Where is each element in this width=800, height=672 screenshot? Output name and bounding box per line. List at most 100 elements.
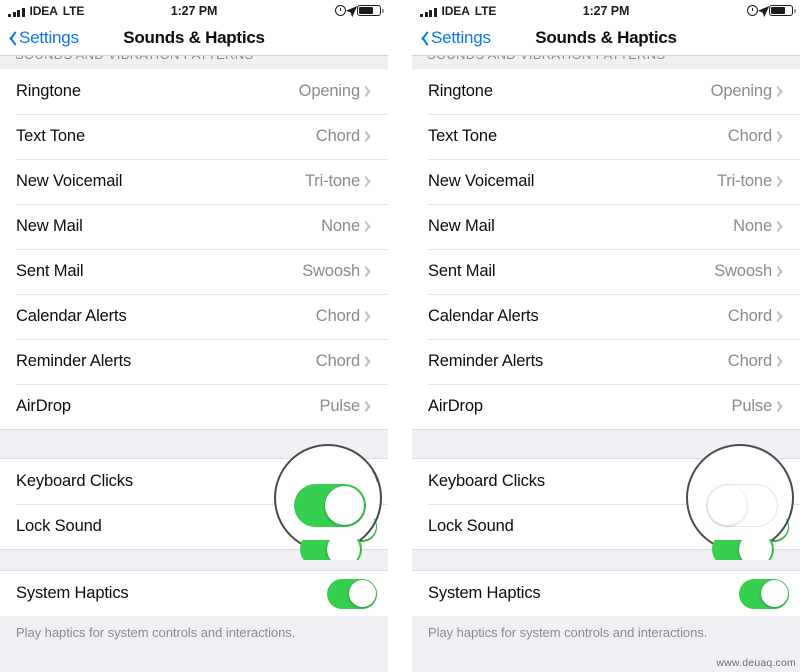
row-right: Pulse [319, 397, 377, 416]
settings-scroll-area[interactable]: SOUNDS AND VIBRATION PATTERNS Ringtone O… [412, 56, 800, 672]
system-haptics-toggle[interactable] [739, 578, 789, 609]
chevron-right-icon [367, 85, 375, 98]
row-label: Calendar Alerts [16, 307, 127, 325]
row-new-mail[interactable]: New Mail None [412, 204, 800, 249]
row-label: System Haptics [16, 584, 129, 602]
row-right [739, 466, 789, 497]
row-label: Text Tone [16, 127, 85, 145]
section-gap [0, 429, 388, 459]
row-right: None [733, 217, 789, 236]
back-button[interactable]: Settings [8, 28, 79, 48]
row-value: Tri-tone [304, 172, 360, 190]
clicks-group: Keyboard Clicks Lock Sound [412, 459, 800, 549]
row-value: Chord [727, 352, 772, 370]
navigation-bar: Settings Sounds & Haptics [0, 21, 388, 56]
status-bar: IDEA LTE 1:27 PM [0, 0, 388, 21]
row-reminder-alerts[interactable]: Reminder Alerts Chord [412, 339, 800, 384]
row-new-mail[interactable]: New Mail None [0, 204, 388, 249]
row-new-voicemail[interactable]: New Voicemail Tri-tone [412, 159, 800, 204]
row-ringtone[interactable]: Ringtone Opening [412, 69, 800, 114]
keyboard-clicks-toggle[interactable] [739, 466, 789, 497]
row-text-tone[interactable]: Text Tone Chord [0, 114, 388, 159]
row-label: Ringtone [16, 82, 81, 100]
status-bar-clock: 1:27 PM [582, 3, 630, 18]
row-label: New Voicemail [16, 172, 123, 190]
chevron-right-icon [367, 355, 375, 368]
row-system-haptics[interactable]: System Haptics [412, 571, 800, 616]
row-label: New Mail [428, 217, 495, 235]
keyboard-clicks-toggle[interactable] [327, 466, 377, 497]
row-airdrop[interactable]: AirDrop Pulse [412, 384, 800, 429]
row-reminder-alerts[interactable]: Reminder Alerts Chord [0, 339, 388, 384]
row-text-tone[interactable]: Text Tone Chord [412, 114, 800, 159]
back-button-label: Settings [19, 28, 79, 47]
row-new-voicemail[interactable]: New Voicemail Tri-tone [0, 159, 388, 204]
sounds-group: Ringtone Opening Text Tone Chord New Voi… [412, 69, 800, 429]
row-right [739, 511, 789, 542]
row-label: AirDrop [428, 397, 483, 415]
row-calendar-alerts[interactable]: Calendar Alerts Chord [412, 294, 800, 339]
row-right: Opening [299, 82, 377, 101]
row-sent-mail[interactable]: Sent Mail Swoosh [0, 249, 388, 294]
row-value: Chord [727, 307, 772, 325]
row-right [327, 466, 377, 497]
row-right: Opening [711, 82, 789, 101]
chevron-right-icon [779, 400, 787, 413]
haptics-footnote: Play haptics for system controls and int… [412, 616, 800, 640]
chevron-right-icon [779, 130, 787, 143]
navigation-bar: Settings Sounds & Haptics [412, 21, 800, 56]
row-right [739, 578, 789, 609]
row-right: Chord [316, 307, 377, 326]
row-label: Ringtone [428, 82, 493, 100]
section-gap-small [0, 549, 388, 571]
system-haptics-toggle[interactable] [327, 578, 377, 609]
chevron-right-icon [367, 130, 375, 143]
chevron-right-icon [367, 310, 375, 323]
settings-scroll-area[interactable]: SOUNDS AND VIBRATION PATTERNS Ringtone O… [0, 56, 388, 672]
row-right [327, 511, 377, 542]
section-header-sounds: SOUNDS AND VIBRATION PATTERNS [0, 56, 388, 69]
row-keyboard-clicks[interactable]: Keyboard Clicks [0, 459, 388, 504]
row-right: Chord [728, 307, 789, 326]
row-sent-mail[interactable]: Sent Mail Swoosh [412, 249, 800, 294]
row-label: Sent Mail [428, 262, 496, 280]
row-label: Reminder Alerts [16, 352, 132, 370]
back-button[interactable]: Settings [420, 28, 491, 48]
row-right: Chord [728, 352, 789, 371]
toggle-knob [348, 580, 376, 607]
lock-sound-toggle[interactable] [739, 511, 789, 542]
battery-icon [357, 5, 384, 16]
section-header-label: SOUNDS AND VIBRATION PATTERNS [15, 56, 373, 62]
row-label: Lock Sound [16, 517, 102, 535]
row-value: Chord [315, 127, 360, 145]
row-keyboard-clicks[interactable]: Keyboard Clicks [412, 459, 800, 504]
row-value: Opening [298, 82, 360, 100]
lock-sound-toggle[interactable] [327, 511, 377, 542]
row-airdrop[interactable]: AirDrop Pulse [0, 384, 388, 429]
row-right [327, 578, 377, 609]
back-button-label: Settings [431, 28, 491, 47]
status-bar-right [747, 5, 796, 17]
row-lock-sound[interactable]: Lock Sound [0, 504, 388, 549]
row-lock-sound[interactable]: Lock Sound [412, 504, 800, 549]
row-label: New Mail [16, 217, 83, 235]
panel-divider [388, 0, 412, 672]
row-value: Chord [315, 307, 360, 325]
toggle-knob [348, 513, 376, 540]
row-calendar-alerts[interactable]: Calendar Alerts Chord [0, 294, 388, 339]
clicks-group: Keyboard Clicks Lock Sound [0, 459, 388, 549]
haptics-group: System Haptics [412, 571, 800, 616]
chevron-right-icon [367, 220, 375, 233]
section-gap-small [412, 549, 800, 571]
row-right: Tri-tone [717, 172, 789, 191]
chevron-right-icon [779, 220, 787, 233]
row-right: Chord [316, 352, 377, 371]
row-label: Keyboard Clicks [16, 472, 133, 490]
chevron-left-icon [420, 30, 429, 46]
row-ringtone[interactable]: Ringtone Opening [0, 69, 388, 114]
row-system-haptics[interactable]: System Haptics [0, 571, 388, 616]
chevron-left-icon [8, 30, 17, 46]
toggle-knob [740, 468, 768, 495]
row-value: Chord [315, 352, 360, 370]
comparison-screenshot: IDEA LTE 1:27 PM Settings Sounds & Hapti… [0, 0, 800, 672]
